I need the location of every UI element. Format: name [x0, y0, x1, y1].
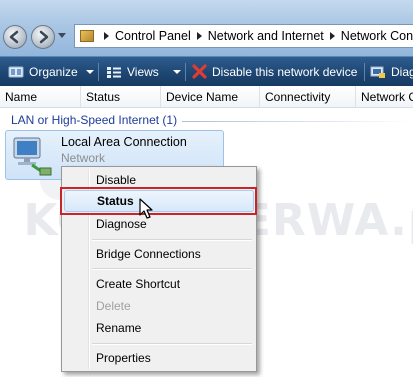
- column-header-connectivity[interactable]: Connectivity: [260, 86, 356, 107]
- menu-separator: [92, 268, 252, 270]
- menu-item-delete: Delete: [96, 299, 131, 313]
- views-icon: [107, 66, 121, 78]
- column-header-network-category[interactable]: Network C: [356, 86, 413, 107]
- breadcrumb-arrow-icon[interactable]: [329, 32, 335, 40]
- command-separator: [98, 63, 99, 81]
- connection-name: Local Area Connection: [61, 135, 187, 149]
- menu-item-bridge-connections[interactable]: Bridge Connections: [64, 243, 254, 265]
- organize-label: Organize: [29, 64, 78, 79]
- column-header-status[interactable]: Status: [81, 86, 161, 107]
- forward-button[interactable]: [31, 25, 55, 49]
- diagnose-icon: [370, 66, 385, 78]
- address-toolbar: Control Panel Network and Internet Netwo…: [0, 0, 413, 56]
- red-x-icon: [192, 64, 207, 79]
- command-separator: [185, 63, 186, 81]
- disable-device-button[interactable]: Disable this network device: [192, 57, 357, 86]
- back-button[interactable]: [3, 25, 27, 49]
- back-arrow-icon: [9, 30, 19, 44]
- command-bar: Organize Views Disable this network devi…: [0, 56, 413, 86]
- status-highlight-box: [60, 187, 257, 215]
- column-header-device-name[interactable]: Device Name: [161, 86, 260, 107]
- command-separator: [364, 63, 365, 81]
- breadcrumb-arrow-icon[interactable]: [196, 32, 202, 40]
- breadcrumb-arrow-icon[interactable]: [104, 32, 109, 40]
- column-header-name[interactable]: Name: [0, 86, 81, 107]
- menu-separator: [92, 343, 252, 345]
- group-header[interactable]: LAN or High-Speed Internet (1): [11, 113, 177, 127]
- diagnose-label: Diag: [391, 64, 413, 79]
- recent-pages-dropdown[interactable]: [58, 33, 66, 38]
- breadcrumb-network-connections[interactable]: Network Conn: [341, 29, 413, 43]
- mouse-pointer-icon: [139, 198, 153, 219]
- menu-item-properties[interactable]: Properties: [64, 347, 254, 369]
- chevron-down-icon: [172, 69, 181, 74]
- control-panel-icon: [80, 30, 94, 42]
- forward-arrow-icon: [39, 30, 49, 44]
- breadcrumb-network-internet[interactable]: Network and Internet: [208, 29, 324, 43]
- menu-separator: [92, 239, 252, 241]
- diagnose-button[interactable]: Diag: [370, 57, 413, 86]
- menu-item-diagnose[interactable]: Diagnose: [64, 213, 254, 235]
- chevron-down-icon: [85, 69, 94, 74]
- views-label: Views: [127, 64, 159, 79]
- address-bar[interactable]: Control Panel Network and Internet Netwo…: [74, 24, 413, 48]
- views-button[interactable]: Views: [106, 57, 181, 86]
- disable-device-label: Disable this network device: [212, 64, 358, 79]
- group-divider: [182, 121, 413, 122]
- menu-item-rename[interactable]: Rename: [64, 317, 254, 339]
- breadcrumb-control-panel[interactable]: Control Panel: [115, 29, 191, 43]
- organize-icon: [8, 66, 24, 77]
- column-header-row: Name Status Device Name Connectivity Net…: [0, 86, 413, 108]
- connection-subtitle: Network: [61, 151, 106, 165]
- menu-item-create-shortcut[interactable]: Create Shortcut: [64, 273, 254, 295]
- organize-button[interactable]: Organize: [8, 57, 94, 86]
- network-connection-icon: [13, 137, 52, 176]
